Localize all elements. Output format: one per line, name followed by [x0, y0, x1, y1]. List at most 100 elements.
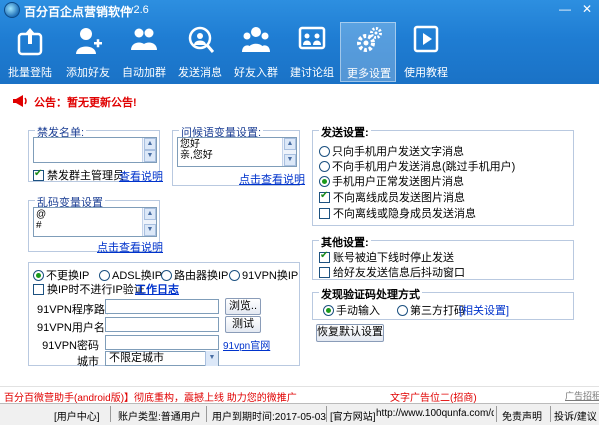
megaphone-icon: [13, 95, 27, 107]
user-center-link[interactable]: [用户中心]: [54, 408, 100, 423]
radio-dot[interactable]: [319, 146, 330, 157]
radio-dot[interactable]: [229, 270, 240, 281]
greeting-help-link[interactable]: 点击查看说明: [239, 171, 305, 187]
skip-offline-hidden-checkbox[interactable]: 不向离线或隐身成员发送消息: [319, 205, 476, 221]
ad-link-2[interactable]: 文字广告位二(招商): [390, 389, 477, 404]
garble-scrollbar[interactable]: ▲ ▼: [142, 208, 156, 236]
ad-manage-link[interactable]: 广告招租: [565, 389, 599, 402]
vpn-user-input[interactable]: [105, 317, 219, 332]
radio-label: 91VPN换IP: [242, 270, 299, 282]
expiry-date: 用户到期时间:2017-05-03: [212, 412, 326, 423]
scroll-up-icon[interactable]: ▲: [284, 138, 296, 150]
garble-help-link[interactable]: 点击查看说明: [97, 239, 163, 255]
greeting-scrollbar[interactable]: ▲ ▼: [282, 138, 296, 166]
restore-defaults-button[interactable]: 恢复默认设置: [316, 324, 384, 342]
vpn-password-input[interactable]: [105, 335, 219, 350]
blacklist-textarea[interactable]: ▲ ▼: [33, 137, 157, 163]
official-site-url[interactable]: http://www.100qunfa.com/qidian: [376, 408, 494, 419]
garble-group: 乱码变量设置 @ # ▲ ▼ 点击查看说明: [28, 194, 163, 255]
status-divider: [326, 406, 327, 422]
checkbox-box[interactable]: [319, 250, 330, 263]
toolbar-send-message[interactable]: 发送消息: [172, 22, 228, 82]
skip-offline-images-checkbox[interactable]: 不向离线成员发送图片消息: [319, 189, 465, 205]
captcha-settings-link[interactable]: [相关设置]: [459, 302, 509, 318]
radio-dot[interactable]: [323, 305, 334, 316]
send-option-mobile-images[interactable]: 手机用户正常发送图片消息: [319, 173, 464, 189]
toolbar-more-settings[interactable]: 更多设置: [340, 22, 396, 82]
greeting-group: 问候语变量设置: 您好 亲,您好 ▲ ▼ 点击查看说明: [172, 124, 305, 186]
scroll-down-icon[interactable]: ▼: [144, 224, 156, 236]
radio-dot[interactable]: [397, 305, 408, 316]
city-select[interactable]: 不限定城市 ▼: [105, 351, 219, 366]
ip-option-91vpn[interactable]: 91VPN换IP: [229, 267, 298, 283]
garble-textarea[interactable]: @ # ▲ ▼: [33, 207, 157, 237]
toolbar-add-friend[interactable]: 添加好友: [60, 22, 116, 82]
scroll-up-icon[interactable]: ▲: [144, 138, 156, 150]
vpn-site-link[interactable]: 91vpn官网: [223, 337, 270, 352]
blacklist-scrollbar[interactable]: ▲ ▼: [142, 138, 156, 162]
feedback-link[interactable]: 投诉/建议: [554, 408, 597, 423]
toolbar-create-discussion[interactable]: 建讨论组: [284, 22, 340, 82]
toolbar-tutorial[interactable]: 使用教程: [398, 22, 454, 82]
send-option-text-only[interactable]: 只向手机用户发送文字消息: [319, 143, 464, 159]
checkbox-label: 禁发群主管理员: [47, 170, 124, 182]
scroll-down-icon[interactable]: ▼: [144, 150, 156, 162]
toolbar-label: 批量登陆: [8, 67, 52, 79]
status-divider: [110, 406, 111, 422]
blacklist-admin-checkbox[interactable]: 禁发群主管理员: [33, 167, 124, 183]
radio-dot[interactable]: [33, 270, 44, 281]
status-bar: [用户中心] 账户类型:普通用户 用户到期时间:2017-05-03 [官方网站…: [0, 403, 599, 425]
send-settings-title: 发送设置:: [319, 124, 371, 140]
captcha-option-manual[interactable]: 手动输入: [323, 302, 380, 318]
ip-skip-verify-checkbox[interactable]: 换IP时不进行IP验证: [33, 281, 145, 297]
scroll-down-icon[interactable]: ▼: [284, 154, 296, 166]
checkbox-box[interactable]: [33, 168, 44, 181]
vpn-path-label: 91VPN程序路径: [37, 304, 116, 316]
checkbox-box[interactable]: [33, 284, 44, 295]
greeting-line: 您好: [180, 139, 200, 150]
shake-window-checkbox[interactable]: 给好友发送信息后抖动窗口: [319, 264, 465, 280]
checkbox-box[interactable]: [319, 208, 330, 219]
radio-dot[interactable]: [319, 161, 330, 172]
work-log-link[interactable]: 工作日志: [135, 281, 179, 297]
app-version: v2.6: [128, 4, 149, 16]
vpn-user-label: 91VPN用户名: [37, 322, 105, 334]
toolbar-friends-to-group[interactable]: 好友入群: [228, 22, 284, 82]
checkbox-label: 不向离线成员发送图片消息: [333, 192, 465, 204]
radio-dot[interactable]: [319, 176, 330, 187]
checkbox-box[interactable]: [319, 190, 330, 203]
close-button[interactable]: ✕: [578, 1, 596, 17]
greeting-textarea[interactable]: 您好 亲,您好 ▲ ▼: [177, 137, 297, 167]
blacklist-help-link[interactable]: 查看说明: [119, 168, 163, 184]
app-header: 百分百企点营销软件 v2.6 — ✕ 批量登陆 添加好友 自动加群 发送消息 好…: [0, 0, 599, 84]
radio-dot[interactable]: [99, 270, 110, 281]
checkbox-box[interactable]: [319, 267, 330, 278]
send-option-skip-mobile[interactable]: 不向手机用户发送消息(跳过手机用户): [319, 158, 515, 174]
settings-panel: 禁发名单: ▲ ▼ 禁发群主管理员 查看说明 问候语变量设置: 您好 亲,您好 …: [0, 116, 599, 386]
status-divider: [206, 406, 207, 422]
browse-button[interactable]: 浏览..: [225, 298, 261, 315]
city-value: 不限定城市: [109, 352, 164, 364]
radio-dot[interactable]: [161, 270, 172, 281]
radio-label: 只向手机用户发送文字消息: [332, 146, 464, 158]
disclaimer-link[interactable]: 免责声明: [502, 408, 542, 423]
title-bar[interactable]: 百分百企点营销软件 v2.6 — ✕: [0, 0, 599, 20]
minimize-button[interactable]: —: [556, 1, 574, 17]
toolbar-batch-login[interactable]: 批量登陆: [2, 22, 58, 82]
city-label: 城市: [77, 356, 99, 368]
test-button[interactable]: 测试: [225, 316, 261, 333]
ad-link-1[interactable]: 百分百微营助手(android版)】彻底重构，震撼上线 助力您的微推广: [4, 389, 297, 404]
toolbar-auto-join-group[interactable]: 自动加群: [116, 22, 172, 82]
upload-box-icon: [17, 28, 43, 56]
vpn-path-input[interactable]: [105, 299, 219, 314]
scroll-up-icon[interactable]: ▲: [144, 208, 156, 220]
notice-text: 公告：暂无更新公告!: [34, 97, 137, 109]
stop-on-offline-checkbox[interactable]: 账号被迫下线时停止发送: [319, 249, 454, 265]
captcha-option-third-party[interactable]: 第三方打码: [397, 302, 465, 318]
toolbar-label: 发送消息: [178, 67, 222, 79]
ad-bar: 百分百微营助手(android版)】彻底重构，震撼上线 助力您的微推广 文字广告…: [0, 386, 599, 404]
chevron-down-icon[interactable]: ▼: [205, 351, 218, 366]
garble-line: #: [36, 220, 42, 231]
toolbar-label: 建讨论组: [290, 67, 334, 79]
official-site-label[interactable]: [官方网站]: [330, 408, 376, 423]
